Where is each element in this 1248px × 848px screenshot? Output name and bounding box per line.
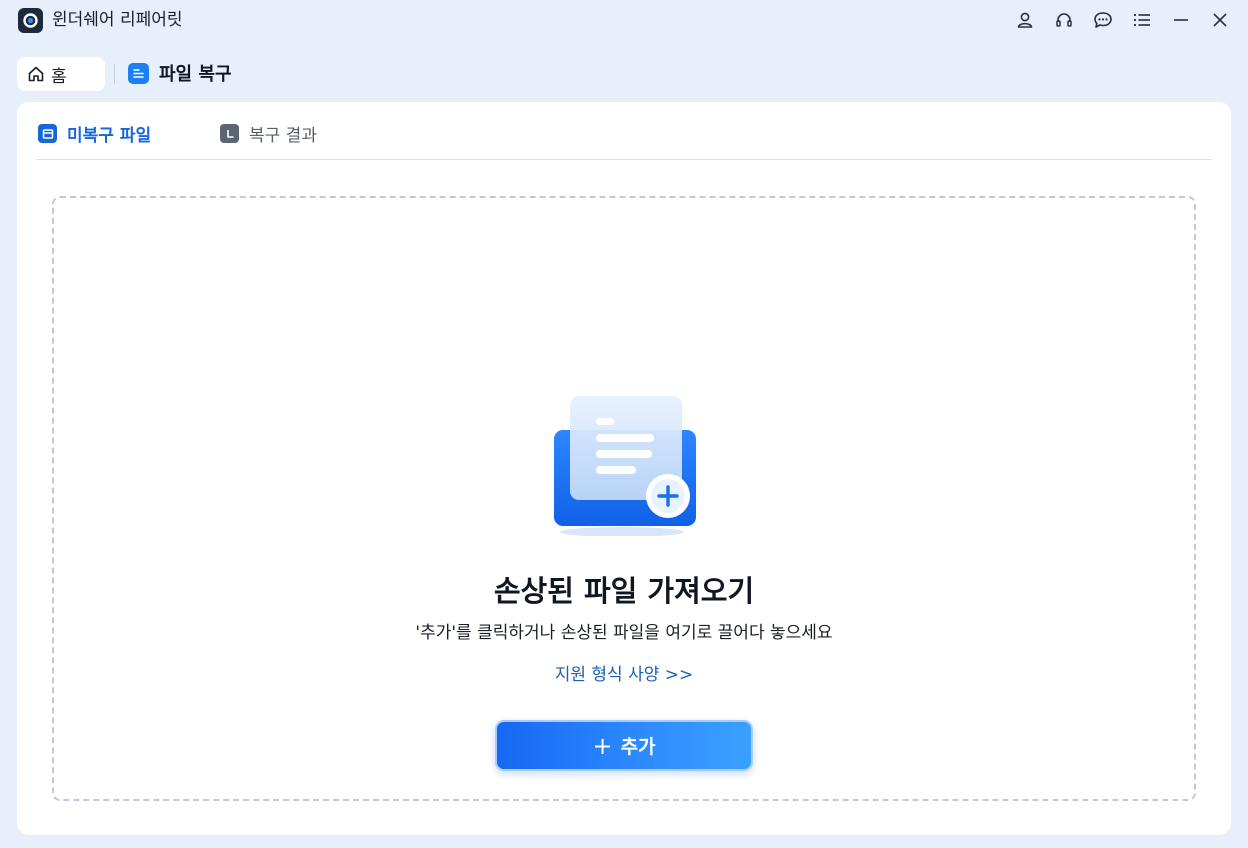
import-files-illustration-icon bbox=[554, 396, 696, 536]
breadcrumb-divider bbox=[114, 64, 115, 84]
tab-label: 복구 결과 bbox=[249, 126, 317, 146]
home-icon bbox=[28, 66, 44, 82]
title-actions bbox=[1012, 7, 1232, 32]
supported-formats-link[interactable]: 지원 형식 사양 >> bbox=[54, 660, 1194, 685]
main-panel: 미복구 파일 복구 결과 손상된 파일 가져오기 '추가'를 클릭하거나 손상된… bbox=[17, 102, 1231, 835]
menu-button[interactable] bbox=[1129, 7, 1154, 32]
chat-button[interactable] bbox=[1090, 7, 1115, 32]
drop-zone-instructions: '추가'를 클릭하거나 손상된 파일을 여기로 끌어다 놓으세요 bbox=[415, 623, 833, 643]
support-button[interactable] bbox=[1051, 7, 1076, 32]
breadcrumb-current: 파일 복구 bbox=[128, 60, 232, 86]
minimize-button[interactable] bbox=[1168, 7, 1193, 32]
file-drop-zone[interactable]: 손상된 파일 가져오기 '추가'를 클릭하거나 손상된 파일을 여기로 끌어다 … bbox=[52, 196, 1196, 801]
account-icon bbox=[1017, 12, 1032, 28]
title-bar: 윈더쉐어 리페어릿 bbox=[0, 0, 1248, 40]
account-button[interactable] bbox=[1012, 7, 1037, 32]
chat-icon bbox=[1093, 11, 1112, 28]
tab-repair-results[interactable]: 복구 결과 bbox=[220, 121, 317, 146]
close-button[interactable] bbox=[1207, 7, 1232, 32]
headset-icon bbox=[1055, 12, 1072, 27]
folder-icon bbox=[38, 124, 57, 143]
minimize-icon bbox=[1173, 18, 1188, 21]
plus-icon: + bbox=[592, 731, 613, 760]
tab-bar: 미복구 파일 복구 결과 bbox=[36, 102, 1212, 160]
close-icon bbox=[1212, 12, 1227, 27]
tab-label: 미복구 파일 bbox=[67, 126, 152, 146]
home-tab[interactable]: 홈 bbox=[17, 57, 105, 91]
result-icon bbox=[220, 124, 239, 143]
menu-icon bbox=[1133, 13, 1150, 26]
app-logo-icon bbox=[18, 8, 43, 33]
drop-zone-title: 손상된 파일 가져오기 bbox=[493, 574, 755, 608]
app-title: 윈더쉐어 리페어릿 bbox=[52, 10, 183, 30]
tab-unrepaired-files[interactable]: 미복구 파일 bbox=[38, 121, 151, 146]
add-button[interactable]: + 추가 bbox=[495, 720, 753, 771]
home-label: 홈 bbox=[51, 66, 67, 87]
page-title: 파일 복구 bbox=[159, 64, 232, 85]
file-repair-icon bbox=[128, 62, 149, 84]
add-button-label: 추가 bbox=[620, 736, 656, 758]
